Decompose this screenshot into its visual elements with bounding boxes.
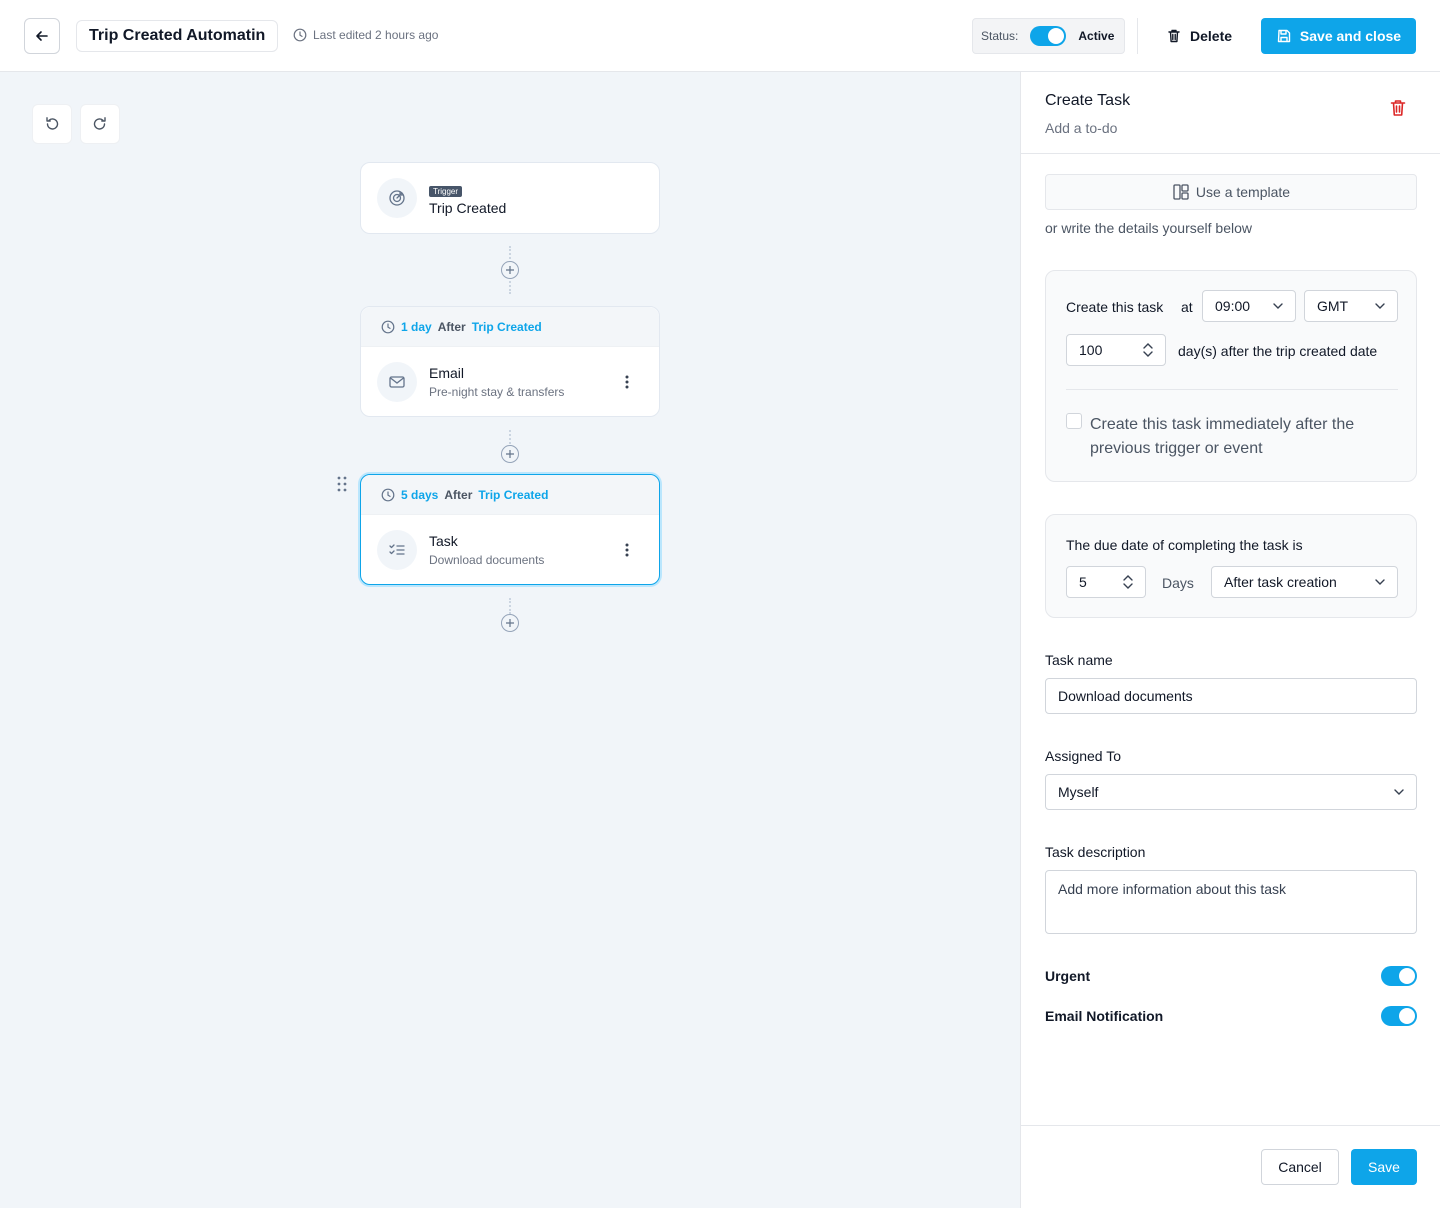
immediate-label: Create this task immediately after the p… <box>1090 416 1355 457</box>
template-hint: or write the details yourself below <box>1045 220 1252 236</box>
delete-step-button[interactable] <box>1388 98 1408 118</box>
step-subtitle: Download documents <box>429 553 545 567</box>
trigger-title: Trip Created <box>429 199 507 216</box>
drag-handle-icon[interactable] <box>336 475 348 493</box>
trash-icon <box>1168 29 1180 43</box>
chevron-down-icon <box>1273 303 1283 309</box>
email-notification-label: Email Notification <box>1045 1008 1164 1024</box>
due-date-label: The due date of completing the task is <box>1066 537 1303 553</box>
back-button[interactable] <box>24 18 60 54</box>
clock-icon <box>293 28 307 42</box>
use-template-button[interactable]: Use a template <box>1045 174 1417 210</box>
save-and-close-button[interactable]: Save and close <box>1261 18 1416 54</box>
urgent-toggle[interactable] <box>1381 966 1417 986</box>
schedule-section: Create this task at 09:00 GMT 100 day(s)… <box>1045 270 1417 482</box>
status-toggle[interactable] <box>1030 26 1067 46</box>
save-button[interactable]: Save <box>1351 1149 1417 1185</box>
panel-title: Create Task <box>1045 92 1131 109</box>
redo-icon <box>93 117 106 130</box>
chevron-down-icon <box>1375 579 1385 585</box>
step-title: Task <box>429 533 458 549</box>
trigger-badge: Trigger <box>429 185 463 197</box>
panel-header: Create Task Add a to-do <box>1021 72 1440 154</box>
target-icon <box>389 190 405 206</box>
urgent-row: Urgent <box>1045 965 1417 987</box>
step-delay: 1 day After Trip Created <box>361 307 659 347</box>
step-delay: 5 days After Trip Created <box>361 475 659 515</box>
divider <box>1066 389 1398 390</box>
create-task-panel: Create Task Add a to-do Use a template o… <box>1020 72 1440 1208</box>
top-bar: Trip Created Automatin Last edited 2 hou… <box>0 0 1440 72</box>
step-menu-button[interactable] <box>619 374 635 390</box>
chevron-up-down-icon <box>1143 343 1153 357</box>
add-step-button[interactable] <box>501 261 519 279</box>
assigned-to-select[interactable]: Myself <box>1045 774 1417 810</box>
checklist-icon <box>389 544 405 555</box>
email-notification-toggle[interactable] <box>1381 1006 1417 1026</box>
delete-button[interactable]: Delete <box>1152 18 1246 54</box>
urgent-label: Urgent <box>1045 968 1091 984</box>
immediate-checkbox[interactable] <box>1066 413 1082 429</box>
step-title: Email <box>429 365 465 381</box>
trigger-card[interactable]: Trigger Trip Created <box>360 162 660 234</box>
days-suffix: day(s) after the trip created date <box>1178 343 1378 359</box>
add-step-button[interactable] <box>501 614 519 632</box>
more-vertical-icon <box>625 543 629 557</box>
email-notification-row: Email Notification <box>1045 1005 1417 1027</box>
chevron-down-icon <box>1394 789 1404 795</box>
status-label: Status: <box>981 29 1019 43</box>
due-days-stepper[interactable]: 5 <box>1066 566 1146 598</box>
create-task-label: Create this task <box>1066 299 1164 315</box>
clock-icon <box>381 320 395 333</box>
step-subtitle: Pre-night stay & transfers <box>429 385 565 399</box>
workflow-canvas[interactable]: Trigger Trip Created 1 day After Trip Cr… <box>0 72 1020 1208</box>
plus-icon <box>506 266 514 274</box>
chevron-down-icon <box>1375 303 1385 309</box>
task-description-label: Task description <box>1045 844 1146 860</box>
panel-footer: Cancel Save <box>1021 1125 1440 1208</box>
add-step-button[interactable] <box>501 445 519 463</box>
email-node-icon <box>377 362 417 402</box>
save-icon <box>1277 29 1291 43</box>
task-step-card[interactable]: 5 days After Trip Created Task Download … <box>360 474 660 585</box>
due-date-section: The due date of completing the task is 5… <box>1045 514 1417 618</box>
plus-icon <box>506 619 514 627</box>
more-vertical-icon <box>625 375 629 389</box>
automation-title[interactable]: Trip Created Automatin <box>76 20 279 52</box>
due-unit-label: Days <box>1162 575 1194 591</box>
plus-icon <box>506 450 514 458</box>
email-step-card[interactable]: 1 day After Trip Created Email Pre-night… <box>360 306 660 417</box>
panel-subtitle: Add a to-do <box>1045 120 1118 136</box>
step-menu-button[interactable] <box>619 542 635 558</box>
timezone-select[interactable]: GMT <box>1304 290 1398 322</box>
arrow-left-icon <box>36 31 48 41</box>
time-select[interactable]: 09:00 <box>1202 290 1296 322</box>
clock-icon <box>381 488 395 501</box>
connector <box>509 598 511 614</box>
undo-icon <box>46 117 59 130</box>
task-description-input[interactable]: Add more information about this task <box>1045 870 1417 934</box>
layout-template-icon <box>1173 184 1189 200</box>
at-label: at <box>1181 299 1193 315</box>
chevron-up-down-icon <box>1123 575 1133 589</box>
status-value: Active <box>1078 29 1115 43</box>
redo-button[interactable] <box>80 104 120 144</box>
cancel-button[interactable]: Cancel <box>1261 1149 1339 1185</box>
task-name-label: Task name <box>1045 652 1113 668</box>
days-stepper[interactable]: 100 <box>1066 334 1166 366</box>
assigned-to-label: Assigned To <box>1045 748 1122 764</box>
trigger-node-icon <box>377 178 417 218</box>
task-name-input[interactable]: Download documents <box>1045 678 1417 714</box>
mail-icon <box>389 376 405 388</box>
trash-icon <box>1390 100 1406 116</box>
due-relative-select[interactable]: After task creation <box>1211 566 1398 598</box>
status-control: Status: Active <box>972 18 1125 54</box>
task-node-icon <box>377 530 417 570</box>
divider <box>1137 18 1138 54</box>
last-edited: Last edited 2 hours ago <box>293 28 438 42</box>
undo-button[interactable] <box>32 104 72 144</box>
